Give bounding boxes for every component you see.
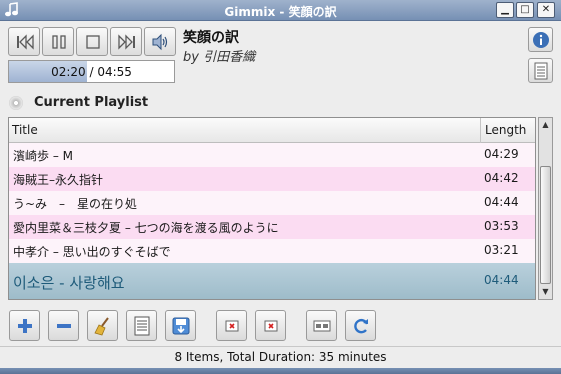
track-length: 04:42	[484, 171, 519, 185]
track-title: 愛内里菜＆三枝夕夏 – 七つの海を渡る風のように	[13, 221, 279, 235]
crop-icon	[225, 320, 239, 332]
delete-button[interactable]	[255, 310, 286, 341]
scroll-up-arrow[interactable]: ▲	[539, 118, 552, 132]
table-row[interactable]: 中孝介 – 思い出のすぐそばで 03:21	[9, 239, 535, 263]
status-bar: 8 Items, Total Duration: 35 minutes	[0, 346, 561, 368]
stop-icon	[86, 35, 100, 49]
clear-broom-icon	[94, 317, 109, 336]
previous-icon	[17, 34, 34, 50]
window-title: Gimmix - 笑顔の訳	[224, 5, 337, 19]
pause-button[interactable]	[42, 27, 74, 56]
table-row-current[interactable]: 이소은 - 사랑해요 04:44	[9, 263, 535, 299]
table-header: Title Length	[9, 118, 535, 143]
view-icon	[313, 320, 331, 332]
column-header-length[interactable]: Length	[480, 118, 535, 143]
track-title: う~み – 星の在り処	[13, 197, 138, 211]
close-button[interactable]: ✕	[537, 2, 555, 18]
window-bottom-border	[0, 368, 561, 374]
cd-icon	[9, 96, 23, 110]
title-bar[interactable]: Gimmix - 笑顔の訳 ▁ □ ✕	[0, 0, 561, 21]
playlist-button[interactable]	[126, 310, 157, 341]
next-icon	[118, 34, 135, 50]
table-row[interactable]: 愛内里菜＆三枝夕夏 – 七つの海を渡る風のように 03:53	[9, 215, 535, 239]
table-row[interactable]: 海賊王–永久指针 04:42	[9, 167, 535, 191]
track-title: 海賊王–永久指针	[13, 173, 104, 187]
column-header-title[interactable]: Title	[12, 123, 38, 137]
track-title: 이소은 - 사랑해요	[13, 274, 125, 292]
playlist-view-button[interactable]	[528, 58, 553, 83]
clear-button[interactable]	[87, 310, 118, 341]
info-icon	[533, 32, 549, 48]
view-mode-button[interactable]	[306, 310, 337, 341]
track-length: 03:53	[484, 219, 519, 233]
add-icon	[18, 319, 32, 333]
save-playlist-icon	[172, 317, 190, 335]
track-length: 03:21	[484, 243, 519, 257]
time-display: 02:20 / 04:55	[51, 65, 132, 79]
minimize-button[interactable]: ▁	[496, 2, 514, 18]
playlist-icon	[534, 62, 548, 80]
scroll-thumb[interactable]	[540, 166, 551, 284]
refresh-button[interactable]	[345, 310, 376, 341]
next-button[interactable]	[110, 27, 142, 56]
volume-button[interactable]	[144, 27, 176, 56]
remove-button[interactable]	[48, 310, 79, 341]
table-row[interactable]: う~み – 星の在り処 04:44	[9, 191, 535, 215]
current-playlist-label: Current Playlist	[34, 95, 149, 110]
list-icon	[134, 316, 150, 336]
pause-icon	[52, 35, 66, 49]
scroll-down-arrow[interactable]: ▼	[539, 285, 552, 299]
track-length: 04:44	[484, 273, 519, 287]
table-row[interactable]: 濱崎歩 – M 04:29	[9, 143, 535, 167]
volume-icon	[152, 33, 168, 51]
song-artist: by 引田香織	[183, 50, 256, 65]
delete-icon	[264, 320, 278, 332]
add-button[interactable]	[9, 310, 40, 341]
previous-button[interactable]	[8, 27, 40, 56]
remove-icon	[57, 324, 71, 328]
song-title: 笑顔の訳	[183, 30, 239, 46]
track-title: 中孝介 – 思い出のすぐそばで	[13, 245, 171, 259]
progress-bar[interactable]: 02:20 / 04:55	[8, 60, 175, 83]
maximize-button[interactable]: □	[516, 2, 534, 18]
track-length: 04:29	[484, 147, 519, 161]
save-playlist-button[interactable]	[165, 310, 196, 341]
track-length: 04:44	[484, 195, 519, 209]
crop-button[interactable]	[216, 310, 247, 341]
track-title: 濱崎歩 – M	[13, 149, 73, 163]
refresh-icon	[354, 318, 369, 334]
playlist-table[interactable]: Title Length 濱崎歩 – M 04:29 海賊王–永久指针 04:4…	[8, 117, 536, 300]
playlist-scrollbar[interactable]: ▲ ▼	[538, 117, 553, 300]
info-button[interactable]	[528, 27, 553, 52]
stop-button[interactable]	[76, 27, 108, 56]
